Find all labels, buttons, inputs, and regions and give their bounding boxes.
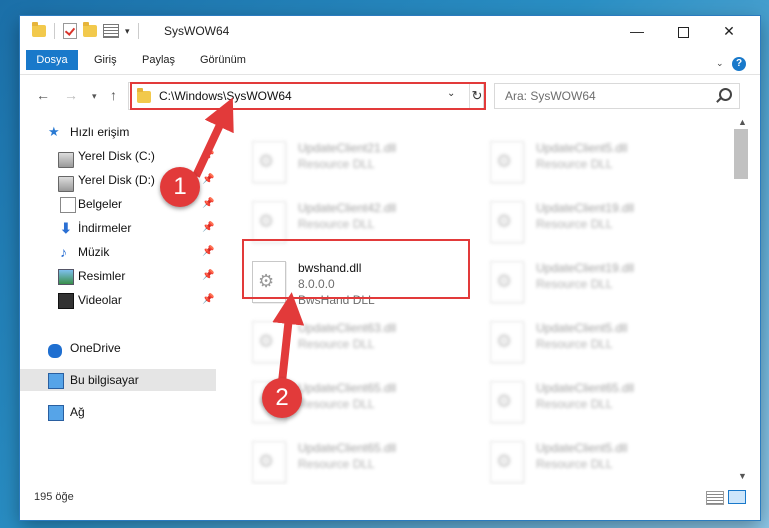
arrow-to-address-bar: [192, 97, 234, 178]
arrow-to-file: [272, 292, 305, 383]
step-2-badge: 2: [262, 378, 302, 418]
step-1-badge: 1: [160, 167, 200, 207]
annotation-arrows: [192, 97, 305, 383]
